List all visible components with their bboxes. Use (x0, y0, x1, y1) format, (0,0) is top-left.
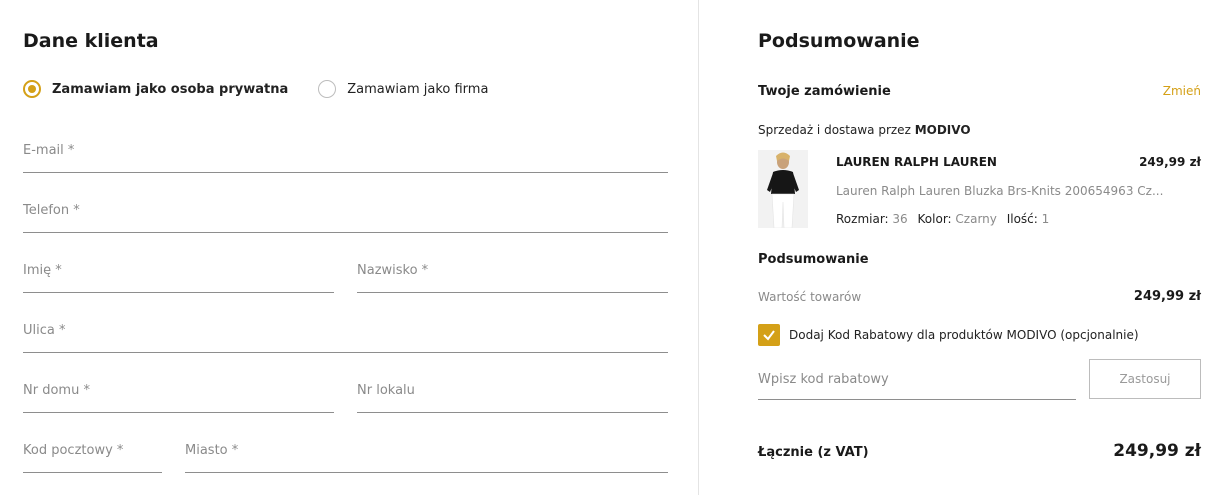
total-label: Łącznie (z VAT) (758, 445, 869, 460)
email-field[interactable]: E-mail * (23, 143, 668, 173)
size-value: 36 (892, 212, 908, 226)
customer-type-selector: Zamawiam jako osoba prywatna Zamawiam ja… (23, 78, 518, 100)
product-price: 249,99 zł (1139, 155, 1201, 169)
discount-code-checkbox[interactable] (758, 324, 780, 346)
sold-by-brand: MODIVO (914, 123, 971, 137)
apply-discount-button[interactable]: Zastosuj (1089, 359, 1201, 399)
size-label: Rozmiar: (836, 212, 889, 226)
your-order-heading: Twoje zamówienie (758, 84, 891, 99)
column-divider (698, 0, 699, 495)
total-value: 249,99 zł (1113, 441, 1201, 461)
checkmark-icon (763, 330, 775, 341)
customer-title: Dane klienta (23, 30, 159, 52)
phone-field[interactable]: Telefon * (23, 203, 668, 233)
city-label: Miasto * (185, 443, 239, 458)
discount-checkbox-label[interactable]: Dodaj Kod Rabatowy dla produktów MODIVO … (789, 328, 1139, 342)
product-attributes: Rozmiar: 36 Kolor: Czarny Ilość: 1 (836, 212, 1049, 226)
phone-label: Telefon * (23, 203, 80, 218)
summary-subtitle: Podsumowanie (758, 252, 869, 267)
last-name-label: Nazwisko * (357, 263, 429, 278)
flat-number-field[interactable]: Nr lokalu (357, 383, 668, 413)
change-order-link[interactable]: Zmień (1163, 84, 1201, 98)
sold-by-line: Sprzedaż i dostawa przez MODIVO (758, 123, 971, 137)
street-field[interactable]: Ulica * (23, 323, 668, 353)
first-name-label: Imię * (23, 263, 62, 278)
radio-private-label[interactable]: Zamawiam jako osoba prywatna (52, 82, 288, 97)
color-value: Czarny (955, 212, 997, 226)
radio-company[interactable] (318, 80, 337, 98)
discount-code-placeholder: Wpisz kod rabatowy (758, 372, 889, 387)
radio-private-person[interactable] (23, 80, 41, 98)
first-name-field[interactable]: Imię * (23, 263, 334, 293)
goods-value: 249,99 zł (1133, 289, 1201, 304)
quantity-value: 1 (1041, 212, 1050, 226)
summary-title: Podsumowanie (758, 30, 920, 52)
house-number-label: Nr domu * (23, 383, 90, 398)
discount-code-input[interactable]: Wpisz kod rabatowy (758, 362, 1076, 400)
customer-data-section: Dane klienta Zamawiam jako osoba prywatn… (0, 0, 698, 495)
city-field[interactable]: Miasto * (185, 443, 668, 473)
order-summary-section: Podsumowanie Twoje zamówienie Zmień Sprz… (736, 0, 1223, 495)
color-label: Kolor: (917, 212, 952, 226)
product-photo-illustration (758, 150, 808, 228)
last-name-field[interactable]: Nazwisko * (357, 263, 668, 293)
email-label: E-mail * (23, 143, 75, 158)
product-name: Lauren Ralph Lauren Bluzka Brs-Knits 200… (836, 184, 1164, 198)
house-number-field[interactable]: Nr domu * (23, 383, 334, 413)
product-image[interactable] (758, 150, 808, 228)
postal-code-label: Kod pocztowy * (23, 443, 124, 458)
sold-by-prefix: Sprzedaż i dostawa przez (758, 123, 911, 137)
street-label: Ulica * (23, 323, 66, 338)
radio-company-label[interactable]: Zamawiam jako firma (347, 82, 488, 97)
goods-value-label: Wartość towarów (758, 290, 862, 304)
postal-code-field[interactable]: Kod pocztowy * (23, 443, 162, 473)
flat-number-label: Nr lokalu (357, 383, 415, 398)
quantity-label: Ilość: (1006, 212, 1038, 226)
product-brand: LAUREN RALPH LAUREN (836, 155, 997, 169)
